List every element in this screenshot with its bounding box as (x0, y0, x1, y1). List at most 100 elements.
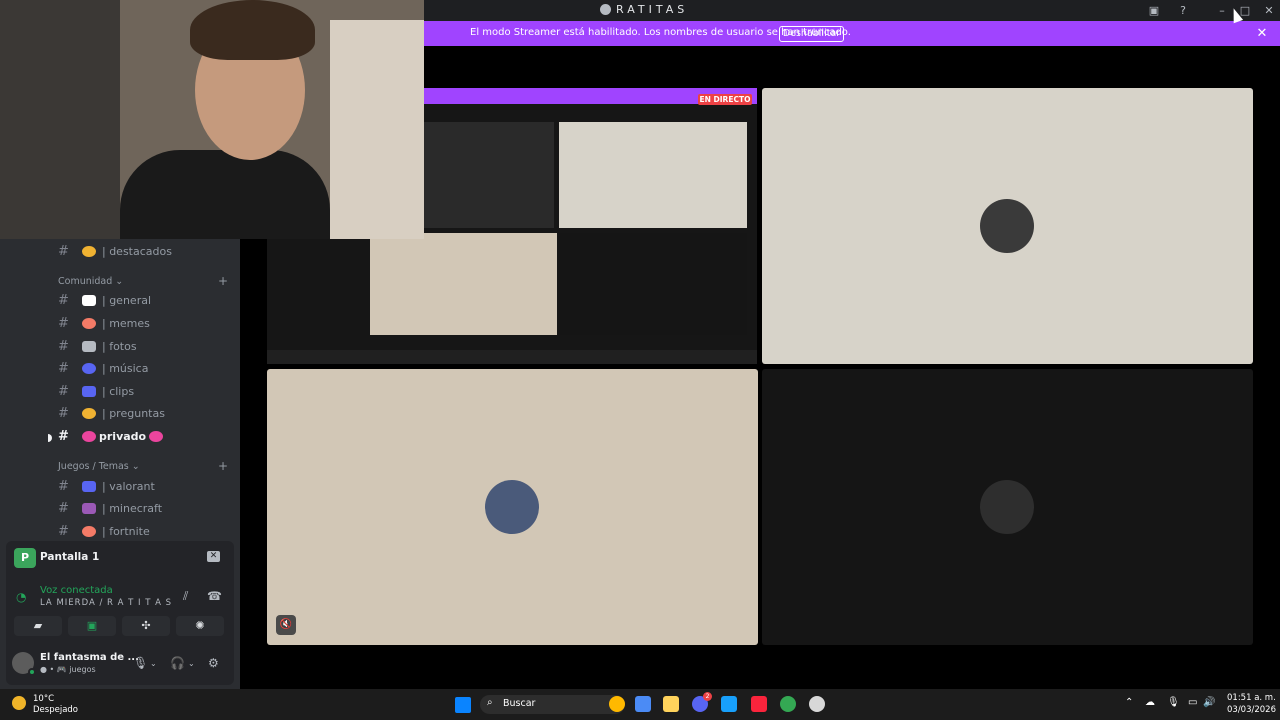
nested-taskbar (267, 350, 757, 364)
channel-clips[interactable]: # | clips (58, 380, 233, 402)
voice-status[interactable]: Voz conectada (40, 585, 113, 596)
chevron-down-icon[interactable]: ⌄ (188, 659, 195, 668)
mouse-face-icon (149, 430, 164, 442)
category-juegos-temas[interactable]: Juegos / Temas ⌄ (58, 461, 140, 472)
hash-icon: # (58, 243, 69, 259)
muted-icon: 🔇 (276, 615, 296, 635)
user-status: ● • 🎮 juegos (40, 665, 96, 674)
stop-screenshare-icon[interactable]: ✕ (207, 551, 220, 562)
headphones-icon[interactable]: 🎧 (170, 656, 185, 670)
volume-icon[interactable]: 🔊 (1203, 697, 1215, 708)
joystick-icon (82, 502, 96, 514)
cloud-icon[interactable]: ☁ (1145, 697, 1155, 708)
nested-tile (559, 122, 747, 228)
video-tile[interactable] (762, 369, 1253, 645)
camera-off-button[interactable]: ▰ (14, 616, 62, 636)
channel-fotos[interactable]: # | fotos (58, 335, 233, 357)
hash-icon: # (58, 428, 69, 444)
task-view-icon[interactable] (635, 696, 651, 712)
thinking-face-icon (82, 407, 96, 419)
add-channel-icon[interactable]: + (218, 274, 228, 288)
app-icon[interactable] (721, 696, 737, 712)
voice-channel-name[interactable]: LA MIERDA / R A T I T A S (40, 598, 172, 608)
channel-minecraft[interactable]: # | minecraft (58, 497, 233, 519)
hash-icon: # (58, 292, 69, 308)
inbox-icon[interactable]: ▣ (1146, 3, 1162, 18)
copilot-icon[interactable] (609, 696, 625, 712)
taskbar-search[interactable] (480, 695, 625, 714)
participant-avatar (980, 199, 1034, 253)
soundboard-button[interactable]: ✺ (176, 616, 224, 636)
hash-icon: # (58, 405, 69, 421)
weather-condition[interactable]: Despejado (33, 705, 78, 715)
chevron-up-icon[interactable]: ⌃ (1125, 697, 1133, 708)
video-tile[interactable] (267, 369, 758, 645)
weather-temperature[interactable]: 10°C (33, 694, 54, 704)
channel-valorant[interactable]: # | valorant (58, 475, 233, 497)
file-explorer-icon[interactable] (663, 696, 679, 712)
participant-avatar (485, 480, 539, 534)
user-name[interactable]: El fantasma de ... (40, 652, 139, 663)
music-app-icon[interactable] (751, 696, 767, 712)
channel-fortnite[interactable]: # | fortnite (58, 520, 233, 542)
noise-suppression-icon[interactable]: ⫽ (183, 589, 188, 604)
film-icon (82, 340, 96, 352)
channel-privado[interactable]: # privado (58, 425, 233, 447)
banner-close-icon[interactable]: ✕ (1254, 26, 1270, 42)
help-icon[interactable]: ? (1175, 3, 1191, 18)
ratitas-logo-icon (600, 4, 611, 15)
hash-icon: # (58, 338, 69, 354)
chevron-down-icon[interactable]: ⌄ (150, 659, 157, 668)
webcam-overlay (0, 0, 424, 239)
nested-tile (424, 122, 554, 228)
screenshare-button[interactable]: ▣ (68, 616, 116, 636)
hash-icon: # (58, 360, 69, 376)
nested-tile (559, 233, 747, 335)
disconnect-icon[interactable]: ☎ (207, 589, 222, 603)
chrome-icon[interactable] (780, 696, 796, 712)
hash-icon: # (58, 500, 69, 516)
network-icon[interactable]: ▭ (1188, 697, 1197, 708)
app-icon[interactable] (809, 696, 825, 712)
hash-icon: # (58, 315, 69, 331)
notification-badge: 2 (703, 692, 712, 701)
gamepad-icon (82, 385, 96, 397)
clock-date[interactable]: 03/03/2026 (1227, 705, 1276, 715)
channel-memes[interactable]: # | memes (58, 312, 233, 334)
live-badge: EN DIRECTO (698, 94, 752, 105)
hash-icon: # (58, 383, 69, 399)
channel-destacados[interactable]: # | destacados (58, 240, 233, 262)
webcam-background (0, 0, 120, 239)
app-title: RATITAS (616, 3, 689, 16)
clock-time[interactable]: 01:51 a. m. (1227, 693, 1276, 703)
settings-gear-icon[interactable]: ⚙ (208, 656, 219, 670)
close-window-button[interactable]: ✕ (1261, 3, 1277, 18)
screenshare-name: Pantalla 1 (40, 551, 100, 563)
channel-preguntas[interactable]: # | preguntas (58, 402, 233, 424)
category-comunidad[interactable]: Comunidad ⌄ (58, 276, 123, 287)
laughing-face-icon (82, 317, 96, 329)
microphone-icon[interactable]: 🎙 (1167, 697, 1180, 708)
minimize-button[interactable]: – (1214, 3, 1230, 18)
signal-icon[interactable]: ◔ (16, 590, 26, 604)
star-icon (82, 245, 96, 257)
music-note-icon (82, 362, 96, 374)
channel-general[interactable]: # | general (58, 289, 233, 311)
disable-streamer-mode-button[interactable]: Deshabilitar (779, 26, 844, 42)
gamepad-icon (82, 480, 96, 492)
search-placeholder: Buscar (503, 698, 536, 709)
channel-musica[interactable]: # | música (58, 357, 233, 379)
microphone-icon[interactable]: 🎙 (133, 656, 148, 670)
activities-button[interactable]: ✣ (122, 616, 170, 636)
webcam-background (330, 20, 424, 239)
windows-start-icon[interactable] (455, 697, 471, 713)
video-tile[interactable] (762, 88, 1253, 364)
moon-icon[interactable] (12, 696, 26, 710)
speech-bubble-icon (82, 294, 96, 306)
hash-icon: # (58, 478, 69, 494)
screenshare-thumbnail[interactable]: P (14, 548, 36, 568)
mouse-face-icon (82, 430, 96, 442)
nested-tile (370, 233, 557, 335)
person-shirt (120, 150, 330, 239)
add-channel-icon[interactable]: + (218, 459, 228, 473)
